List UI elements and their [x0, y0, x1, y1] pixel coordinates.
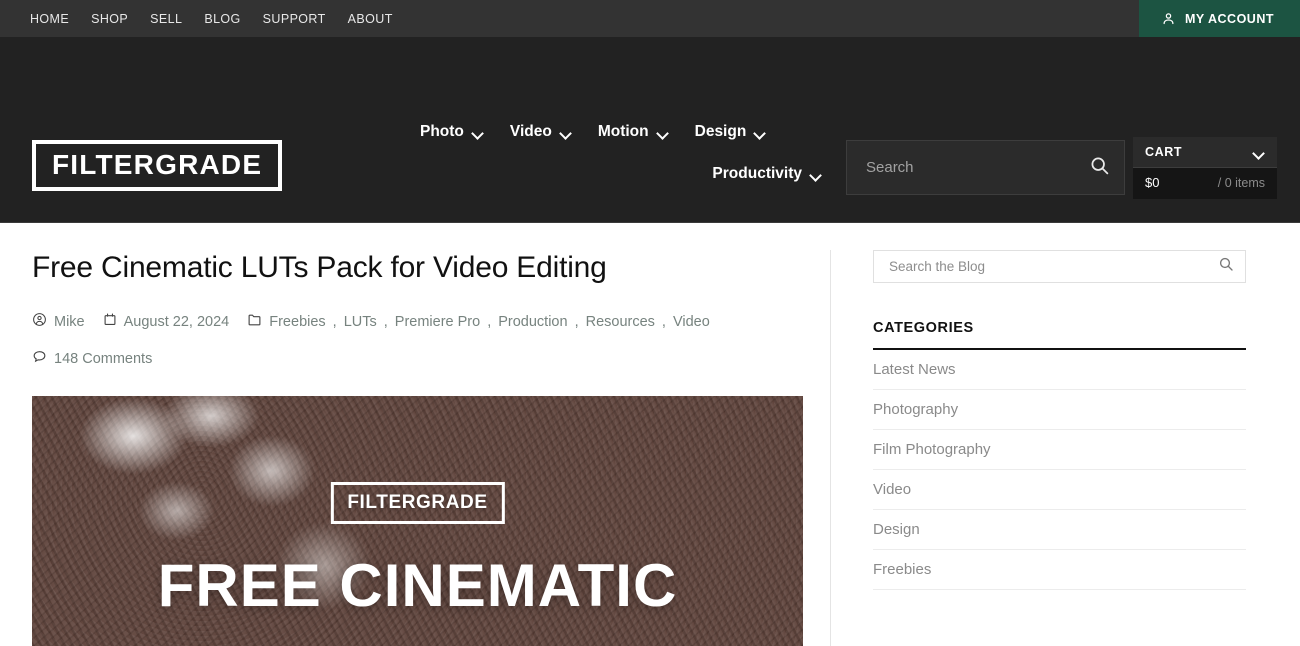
post-date: August 22, 2024	[103, 312, 230, 331]
my-account-label: MY ACCOUNT	[1184, 11, 1274, 26]
post-category-link[interactable]: Production	[498, 314, 567, 330]
search-icon[interactable]	[1218, 256, 1234, 277]
chevron-down-icon	[473, 129, 484, 136]
post-category-link[interactable]: LUTs	[344, 314, 377, 330]
cart-label: CART	[1145, 145, 1183, 159]
nav-item-motion[interactable]: Motion	[598, 123, 669, 141]
categories-heading: CATEGORIES	[873, 320, 1246, 350]
header-search-input[interactable]	[864, 158, 1089, 177]
top-nav-item-blog[interactable]: BLOG	[204, 12, 240, 26]
post-category-links: Freebies, LUTs, Premiere Pro, Production…	[269, 314, 710, 330]
nav-item-design[interactable]: Design	[695, 123, 767, 141]
cart-widget[interactable]: CART $0 / 0 items	[1133, 137, 1277, 199]
featured-image-logo: FILTERGRADE	[330, 482, 505, 524]
comment-icon	[32, 349, 47, 368]
header-search[interactable]	[846, 140, 1125, 195]
search-icon[interactable]	[1089, 155, 1110, 181]
list-item: Photography	[873, 390, 1246, 430]
post-category-link[interactable]: Video	[673, 314, 710, 330]
list-item: Design	[873, 510, 1246, 550]
post-category-link[interactable]: Premiere Pro	[395, 314, 480, 330]
nav-item-motion-label: Motion	[597, 123, 649, 140]
post-author-name: Mike	[54, 313, 85, 330]
sidebar-category-freebies[interactable]: Freebies	[873, 550, 1246, 589]
top-nav-item-about[interactable]: ABOUT	[348, 12, 393, 26]
top-nav-item-sell[interactable]: SELL	[150, 12, 182, 26]
sidebar-category-latest-news[interactable]: Latest News	[873, 350, 1246, 389]
nav-item-video-label: Video	[509, 123, 552, 140]
top-nav-item-home[interactable]: HOME	[30, 12, 69, 26]
categories-list: Latest News Photography Film Photography…	[873, 350, 1246, 590]
sidebar: CATEGORIES Latest News Photography Film …	[830, 250, 1270, 646]
page-title: Free Cinematic LUTs Pack for Video Editi…	[32, 251, 607, 284]
cart-item-count: / 0 items	[1217, 175, 1265, 190]
post-author[interactable]: Mike	[32, 312, 85, 331]
list-item: Video	[873, 470, 1246, 510]
top-nav-item-shop[interactable]: SHOP	[91, 12, 128, 26]
meta-separator: ,	[574, 313, 579, 330]
my-account-button[interactable]: MY ACCOUNT	[1138, 0, 1300, 37]
post-categories: Freebies, LUTs, Premiere Pro, Production…	[247, 312, 710, 331]
cart-total: $0	[1145, 175, 1160, 190]
list-item: Latest News	[873, 350, 1246, 390]
main-nav-row-secondary: Productivity	[420, 165, 840, 183]
sidebar-category-video[interactable]: Video	[873, 470, 1246, 509]
top-nav-item-support[interactable]: SUPPORT	[263, 12, 326, 26]
post-date-value: August 22, 2024	[123, 313, 230, 330]
calendar-icon	[103, 312, 117, 331]
chevron-down-icon	[561, 129, 572, 136]
chevron-down-icon	[658, 129, 669, 136]
post-article: Free Cinematic LUTs Pack for Video Editi…	[0, 250, 830, 646]
blog-search-input[interactable]	[887, 258, 1218, 275]
nav-item-design-label: Design	[694, 123, 747, 140]
folder-icon	[247, 312, 262, 331]
page-content: Free Cinematic LUTs Pack for Video Editi…	[0, 223, 1300, 646]
post-comments-label: 148 Comments	[54, 350, 153, 367]
cart-header[interactable]: CART	[1133, 137, 1277, 168]
sidebar-category-photography[interactable]: Photography	[873, 390, 1246, 429]
site-logo[interactable]: FILTERGRADE	[32, 140, 283, 191]
sidebar-category-film-photography[interactable]: Film Photography	[873, 430, 1246, 469]
meta-separator: ,	[487, 313, 492, 330]
featured-image-headline: FREE CINEMATIC	[157, 552, 678, 619]
nav-item-productivity[interactable]: Productivity	[712, 165, 822, 183]
post-comments[interactable]: 148 Comments	[32, 349, 152, 368]
chevron-down-icon	[1254, 149, 1265, 156]
meta-separator: ,	[383, 313, 388, 330]
sidebar-category-design[interactable]: Design	[873, 510, 1246, 549]
chevron-down-icon	[811, 171, 822, 178]
nav-item-photo-label: Photo	[420, 123, 464, 140]
nav-item-video[interactable]: Video	[510, 123, 572, 141]
nav-item-photo[interactable]: Photo	[420, 123, 484, 141]
site-header: FILTERGRADE Photo Video Motion Design Pr…	[0, 37, 1300, 223]
chevron-down-icon	[755, 129, 766, 136]
main-nav-row-primary: Photo Video Motion Design	[420, 123, 840, 141]
list-item: Freebies	[873, 550, 1246, 590]
main-nav: Photo Video Motion Design Productivity	[420, 123, 840, 183]
meta-separator: ,	[661, 313, 666, 330]
top-nav: HOME SHOP SELL BLOG SUPPORT ABOUT	[0, 0, 393, 37]
top-utility-bar: HOME SHOP SELL BLOG SUPPORT ABOUT MY ACC…	[0, 0, 1300, 37]
blog-search[interactable]	[873, 250, 1246, 283]
user-circle-icon	[32, 312, 47, 331]
nav-item-productivity-label: Productivity	[712, 165, 802, 182]
user-icon	[1161, 11, 1176, 26]
featured-image[interactable]: FILTERGRADE FREE CINEMATIC	[32, 396, 803, 646]
list-item: Film Photography	[873, 430, 1246, 470]
cart-summary: $0 / 0 items	[1133, 168, 1277, 199]
meta-separator: ,	[332, 313, 337, 330]
post-category-link[interactable]: Resources	[586, 314, 655, 330]
post-meta: Mike August 22, 2024 Freebies , LUTs , P…	[32, 312, 800, 368]
post-category-link[interactable]: Freebies	[269, 314, 325, 330]
